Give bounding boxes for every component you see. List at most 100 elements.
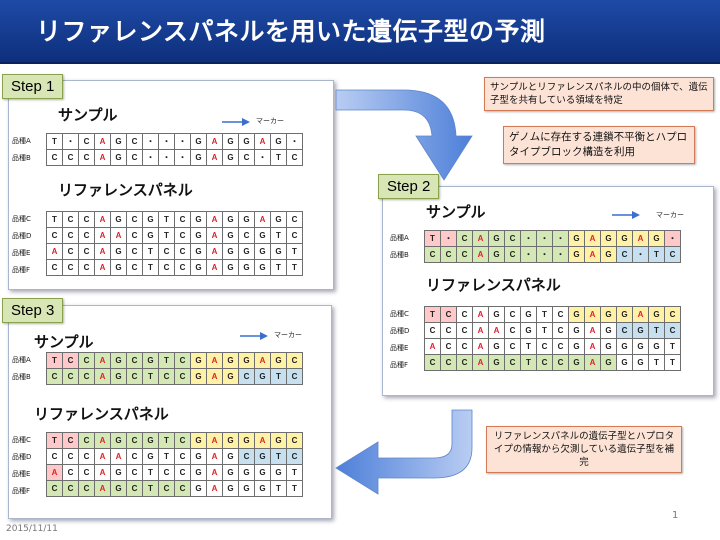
genotype-cell: T xyxy=(46,432,63,449)
row-label: 品種B xyxy=(12,154,31,162)
genotype-cell: T xyxy=(520,338,537,355)
genotype-cell: A xyxy=(206,133,223,150)
genotype-cell: T xyxy=(648,354,665,371)
genotype-cell: T xyxy=(664,354,681,371)
genotype-cell: C xyxy=(238,227,255,244)
genotype-cell: C xyxy=(664,322,681,339)
genotype-cell: C xyxy=(126,243,143,260)
genotype-cell: G xyxy=(616,230,633,247)
genotype-cell: G xyxy=(190,464,207,481)
genotype-cell: G xyxy=(110,211,127,228)
row-label: 品種A xyxy=(12,356,31,364)
genotype-cell: C xyxy=(286,352,303,369)
genotype-cell: T xyxy=(158,432,175,449)
2-sample-table: T ・ C A G C ・・・ G A G G A G ・ C C C A G C ・・・ G A G C ・ T C xyxy=(424,230,681,263)
genotype-cell: G xyxy=(190,448,207,465)
1-sample-table: T ・ C A G C ・・・ G A G G A G ・ C C C A G C ・・・ G A G C ・ T C xyxy=(46,133,303,166)
genotype-cell: C xyxy=(174,211,191,228)
sequence-row: TCCAGCGTCGAGGAGC xyxy=(46,432,303,449)
genotype-cell: C xyxy=(440,338,457,355)
genotype-cell: G xyxy=(488,338,505,355)
genotype-cell: G xyxy=(254,368,271,385)
genotype-cell: A xyxy=(584,230,601,247)
genotype-cell: G xyxy=(600,246,617,263)
genotype-cell: G xyxy=(270,243,287,260)
genotype-cell: G xyxy=(488,354,505,371)
genotype-cell: G xyxy=(520,306,537,323)
genotype-cell: A xyxy=(632,230,649,247)
row-label: 品種D xyxy=(12,232,32,240)
genotype-cell: G xyxy=(110,149,127,166)
marker-label: マーカー xyxy=(274,331,302,339)
genotype-cell: G xyxy=(600,322,617,339)
step1-sample-title: サンプル xyxy=(58,106,118,124)
genotype-cell: C xyxy=(440,306,457,323)
genotype-cell: C xyxy=(62,432,79,449)
genotype-cell: C xyxy=(78,227,95,244)
genotype-cell: T xyxy=(286,243,303,260)
genotype-cell: G xyxy=(270,352,287,369)
sequence-row: T ・ C A G C ・・・ G A G G A G ・ xyxy=(46,133,303,150)
genotype-cell: A xyxy=(110,448,127,465)
genotype-cell: A xyxy=(632,306,649,323)
genotype-cell: T xyxy=(286,480,303,497)
sequence-row: CCCAACGTCGAGCGTC xyxy=(46,448,303,465)
step2-reference-title: リファレンスパネル xyxy=(426,276,561,294)
genotype-cell: G xyxy=(568,230,585,247)
genotype-cell: C xyxy=(286,227,303,244)
genotype-cell: A xyxy=(206,368,223,385)
genotype-cell: ・ xyxy=(174,133,191,150)
genotype-cell: C xyxy=(78,464,95,481)
row-label: 品種C xyxy=(390,310,409,318)
genotype-cell: G xyxy=(270,211,287,228)
genotype-cell: C xyxy=(552,338,569,355)
genotype-cell: C xyxy=(174,432,191,449)
genotype-cell: G xyxy=(142,227,159,244)
genotype-cell: G xyxy=(190,352,207,369)
sequence-row: C C C A G C ・・・ G A G C ・ T C xyxy=(424,246,681,263)
genotype-cell: G xyxy=(110,243,127,260)
genotype-cell: T xyxy=(648,246,665,263)
genotype-cell: C xyxy=(286,211,303,228)
genotype-cell: G xyxy=(632,354,649,371)
genotype-cell: C xyxy=(62,464,79,481)
genotype-cell: A xyxy=(46,243,63,260)
genotype-cell: G xyxy=(190,211,207,228)
genotype-cell: A xyxy=(206,432,223,449)
step1-reference-title: リファレンスパネル xyxy=(58,181,193,199)
genotype-cell: T xyxy=(270,149,287,166)
genotype-cell: G xyxy=(568,338,585,355)
genotype-cell: G xyxy=(190,432,207,449)
genotype-cell: A xyxy=(110,227,127,244)
genotype-cell: A xyxy=(206,243,223,260)
row-label: 品種A xyxy=(390,234,409,242)
genotype-cell: C xyxy=(238,448,255,465)
row-label: 品種C xyxy=(12,436,31,444)
genotype-cell: C xyxy=(62,368,79,385)
genotype-cell: C xyxy=(456,338,473,355)
genotype-cell: G xyxy=(190,243,207,260)
genotype-cell: T xyxy=(664,338,681,355)
genotype-cell: G xyxy=(568,354,585,371)
genotype-cell: T xyxy=(270,368,287,385)
genotype-cell: C xyxy=(78,211,95,228)
genotype-cell: T xyxy=(142,480,159,497)
genotype-cell: G xyxy=(222,227,239,244)
genotype-cell: ・ xyxy=(520,246,537,263)
sequence-row: CCCAGCTCCGAGGGTT xyxy=(424,354,681,371)
genotype-cell: G xyxy=(238,464,255,481)
genotype-cell: ・ xyxy=(158,133,175,150)
genotype-cell: G xyxy=(222,243,239,260)
genotype-cell: T xyxy=(270,259,287,276)
curved-arrow-step1-to-step2 xyxy=(335,89,473,181)
genotype-cell: C xyxy=(504,322,521,339)
genotype-cell: T xyxy=(270,227,287,244)
genotype-cell: T xyxy=(46,133,63,150)
genotype-cell: C xyxy=(174,368,191,385)
marker-arrow-icon xyxy=(222,118,250,126)
genotype-cell: G xyxy=(600,230,617,247)
genotype-cell: T xyxy=(270,480,287,497)
genotype-cell: C xyxy=(174,464,191,481)
row-label: 品種E xyxy=(12,249,31,257)
genotype-cell: G xyxy=(110,480,127,497)
